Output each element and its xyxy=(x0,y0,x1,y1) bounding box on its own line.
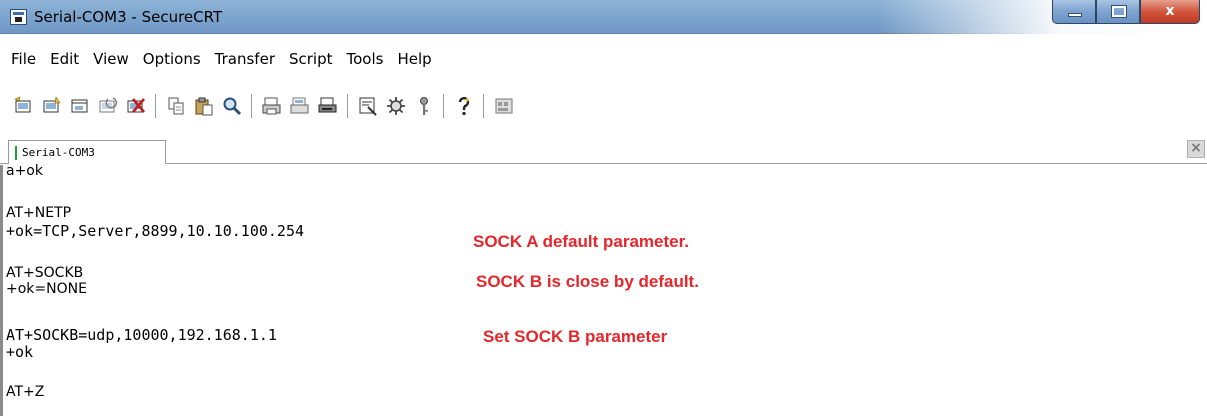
minimize-icon xyxy=(1068,13,1082,17)
key-icon[interactable] xyxy=(410,93,438,119)
terminal-area[interactable]: a+ok AT+NETP +ok=TCP,Server,8899,10.10.1… xyxy=(0,163,1207,416)
toolbar-separator xyxy=(443,94,445,118)
paste-icon[interactable] xyxy=(190,93,218,119)
annotation-sock-a: SOCK A default parameter. xyxy=(473,232,690,251)
print-selection-icon[interactable] xyxy=(286,93,314,119)
tab-serial-com3[interactable]: Serial-COM3 xyxy=(8,140,166,164)
tab-label: Serial-COM3 xyxy=(22,146,95,159)
find-icon[interactable] xyxy=(218,93,246,119)
menu-transfer[interactable]: Transfer xyxy=(215,50,275,68)
menu-bar: File Edit View Options Transfer Script T… xyxy=(0,46,1207,72)
menu-help[interactable]: Help xyxy=(397,50,431,68)
window-controls: x xyxy=(1052,0,1200,26)
session-tab-bar: Serial-COM3 × xyxy=(0,134,1207,164)
window-title: Serial-COM3 - SecureCRT xyxy=(34,8,223,26)
close-icon: x xyxy=(1165,3,1175,19)
minimize-button[interactable] xyxy=(1052,0,1096,24)
terminal-line: AT+Z xyxy=(6,384,45,400)
connect-icon[interactable] xyxy=(10,93,38,119)
terminal-line: +ok=TCP,Server,8899,10.10.100.254 xyxy=(6,222,305,240)
maximize-icon xyxy=(1111,5,1127,18)
terminal-line: +ok xyxy=(6,343,34,361)
toolbar-separator xyxy=(155,94,157,118)
terminal-line: AT+SOCKB=udp,10000,192.168.1.1 xyxy=(6,326,277,344)
global-options-icon[interactable] xyxy=(382,93,410,119)
menu-view[interactable]: View xyxy=(93,50,129,68)
menu-edit[interactable]: Edit xyxy=(50,50,79,68)
terminal-line: AT+NETP xyxy=(6,205,72,221)
title-bar[interactable]: Serial-COM3 - SecureCRT x xyxy=(0,0,1207,34)
help-icon[interactable] xyxy=(450,93,478,119)
keymap-icon[interactable] xyxy=(490,93,518,119)
terminal-line: +ok=NONE xyxy=(6,281,87,297)
menu-script[interactable]: Script xyxy=(289,50,333,68)
toolbar-separator xyxy=(251,94,253,118)
close-tab-button[interactable]: × xyxy=(1187,140,1205,158)
quick-connect-icon[interactable] xyxy=(38,93,66,119)
disconnect-icon[interactable] xyxy=(122,93,150,119)
toolbar-separator xyxy=(347,94,349,118)
terminal-line: a+ok xyxy=(6,163,43,179)
connect-in-tab-icon[interactable] xyxy=(66,93,94,119)
reconnect-icon[interactable] xyxy=(94,93,122,119)
session-options-icon[interactable] xyxy=(354,93,382,119)
close-button[interactable]: x xyxy=(1140,0,1200,24)
print-icon[interactable] xyxy=(258,93,286,119)
tab-status-indicator xyxy=(15,145,17,160)
annotation-sock-b-close: SOCK B is close by default. xyxy=(476,272,699,291)
copy-icon[interactable] xyxy=(162,93,190,119)
toolbar xyxy=(0,90,1207,122)
menu-options[interactable]: Options xyxy=(143,50,201,68)
menu-tools[interactable]: Tools xyxy=(347,50,384,68)
toolbar-separator xyxy=(483,94,485,118)
securecrt-app-icon[interactable] xyxy=(10,9,27,25)
annotation-set-sock-b: Set SOCK B parameter xyxy=(483,327,668,346)
menu-file[interactable]: File xyxy=(11,50,36,68)
terminal-line: AT+SOCKB xyxy=(6,265,84,281)
print-setup-icon[interactable] xyxy=(314,93,342,119)
maximize-button[interactable] xyxy=(1096,0,1140,24)
